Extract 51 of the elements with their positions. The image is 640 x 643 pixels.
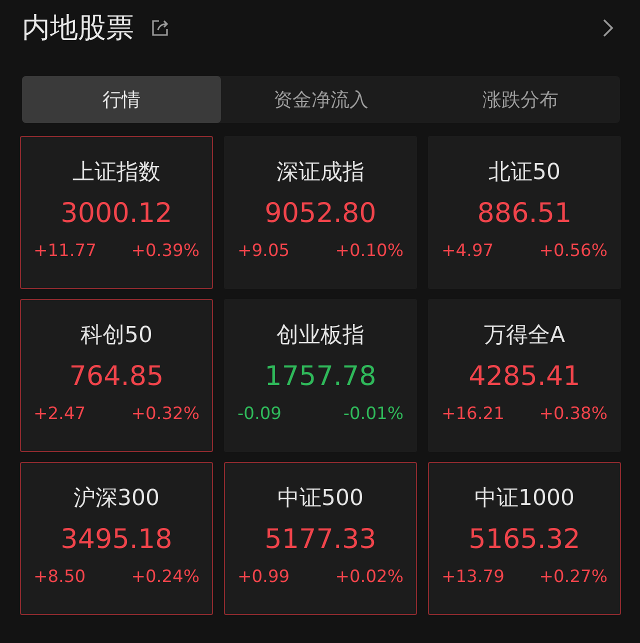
index-card[interactable]: 万得全A 4285.41 +16.21 +0.38% [428, 299, 621, 452]
index-name: 北证50 [488, 159, 560, 187]
index-card[interactable]: 中证500 5177.33 +0.99 +0.02% [224, 462, 417, 615]
change-value: +2.47 [34, 404, 86, 424]
index-card[interactable]: 创业板指 1757.78 -0.09 -0.01% [224, 299, 417, 452]
share-icon[interactable] [150, 18, 170, 38]
index-name: 科创50 [80, 322, 152, 350]
change-percent: +0.02% [335, 567, 404, 587]
index-value: 3000.12 [60, 198, 172, 229]
change-percent: +0.10% [335, 241, 404, 261]
tab[interactable]: 行情 [22, 76, 222, 123]
change-value: +8.50 [34, 567, 86, 587]
change-percent: -0.01% [343, 404, 404, 424]
index-card[interactable]: 深证成指 9052.80 +9.05 +0.10% [224, 136, 417, 289]
index-card[interactable]: 科创50 764.85 +2.47 +0.32% [20, 299, 213, 452]
section-title: 内地股票 [22, 10, 134, 46]
index-name: 中证1000 [474, 485, 574, 513]
index-name: 沪深300 [74, 485, 160, 513]
change-percent: +0.24% [131, 567, 200, 587]
index-name: 创业板指 [276, 322, 364, 350]
change-value: +9.05 [238, 241, 290, 261]
index-value: 1757.78 [264, 361, 376, 392]
change-percent: +0.32% [131, 404, 200, 424]
change-value: +16.21 [442, 404, 504, 424]
change-value: +4.97 [442, 241, 494, 261]
change-value: +11.77 [34, 241, 96, 261]
index-card[interactable]: 中证1000 5165.32 +13.79 +0.27% [428, 462, 621, 615]
index-card[interactable]: 上证指数 3000.12 +11.77 +0.39% [20, 136, 213, 289]
change-percent: +0.56% [539, 241, 608, 261]
index-value: 886.51 [477, 198, 572, 229]
change-value: +13.79 [442, 567, 504, 587]
change-percent: +0.27% [539, 567, 608, 587]
change-percent: +0.39% [131, 241, 200, 261]
change-percent: +0.38% [539, 404, 608, 424]
index-value: 5165.32 [468, 524, 580, 555]
change-value: -0.09 [238, 404, 282, 424]
index-value: 4285.41 [468, 361, 580, 392]
index-value: 9052.80 [264, 198, 376, 229]
index-name: 万得全A [484, 322, 566, 350]
tab[interactable]: 资金净流入 [221, 76, 421, 123]
index-name: 深证成指 [276, 159, 364, 187]
index-card[interactable]: 北证50 886.51 +4.97 +0.56% [428, 136, 621, 289]
chevron-right-icon[interactable] [602, 18, 614, 38]
tab[interactable]: 涨跌分布 [420, 76, 620, 123]
index-name: 中证500 [278, 485, 364, 513]
index-card[interactable]: 沪深300 3495.18 +8.50 +0.24% [20, 462, 213, 615]
index-name: 上证指数 [72, 159, 160, 187]
index-value: 3495.18 [60, 524, 172, 555]
change-value: +0.99 [238, 567, 290, 587]
index-value: 5177.33 [264, 524, 376, 555]
index-value: 764.85 [69, 361, 164, 392]
